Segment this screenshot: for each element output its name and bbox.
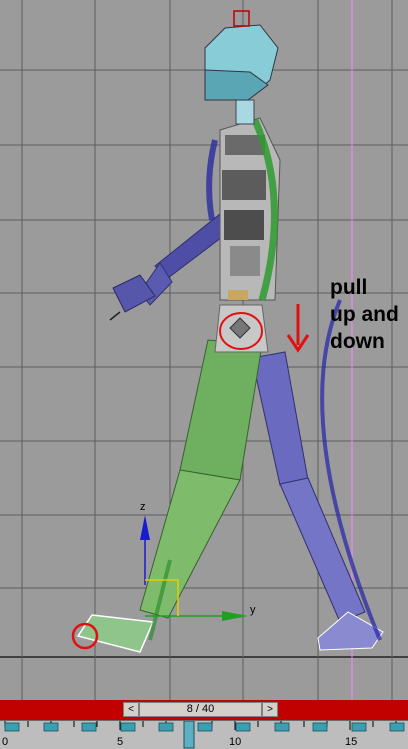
3d-viewport[interactable]: z y pull up and down xyxy=(0,0,408,700)
back-arm xyxy=(109,209,239,321)
tick-label-15: 15 xyxy=(345,736,358,748)
track-bar[interactable]: 0 5 10 15 xyxy=(0,720,408,749)
next-frame-button[interactable]: > xyxy=(262,702,278,717)
down-arrow-icon xyxy=(286,304,310,353)
torso xyxy=(206,117,281,353)
annotation-line-2: up and xyxy=(330,303,399,326)
annotation-text: pull up and down xyxy=(330,274,406,355)
tick-label-0: 0 xyxy=(2,736,9,748)
annotation-line-1: pull xyxy=(330,276,368,299)
z-axis-label: z xyxy=(140,501,146,513)
keyframe-markers[interactable] xyxy=(4,722,405,732)
time-slider-bar[interactable]: < 8 / 40 > xyxy=(0,700,408,720)
head xyxy=(204,10,279,125)
frame-counter[interactable]: 8 / 40 xyxy=(139,702,262,717)
annotation-line-3: down xyxy=(330,330,385,353)
previous-frame-button[interactable]: < xyxy=(123,702,139,717)
tick-label-10: 10 xyxy=(229,736,242,748)
current-frame-marker[interactable] xyxy=(183,721,195,749)
y-axis-label: y xyxy=(250,604,256,616)
tick-label-5: 5 xyxy=(117,736,124,748)
